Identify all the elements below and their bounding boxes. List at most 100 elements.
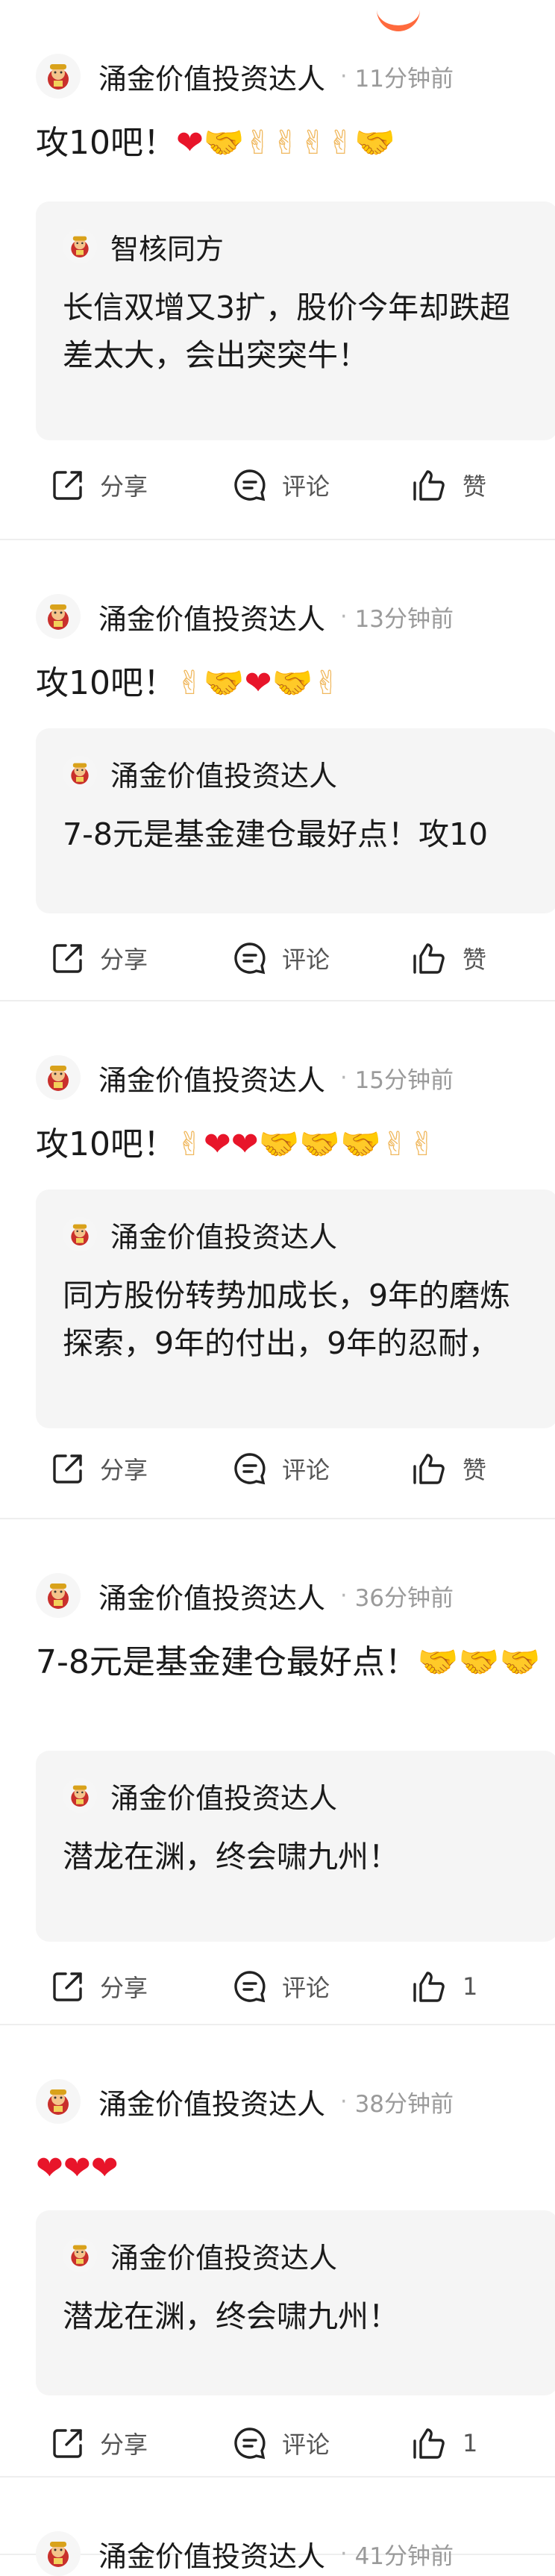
share-button[interactable]: 分享 <box>36 1446 148 1491</box>
handshake-emoji-icon: 🤝 <box>203 664 245 702</box>
victory-emoji-icon: ✌ <box>327 124 355 162</box>
like-label: 赞 <box>462 945 487 974</box>
quoted-avatar <box>63 229 97 263</box>
share-button[interactable]: 分享 <box>36 936 148 981</box>
like-button[interactable]: 赞 <box>397 936 486 981</box>
share-icon <box>51 2426 85 2460</box>
author-row: 涌金价值投资达人 · 38分钟前 <box>36 2079 454 2124</box>
author-name[interactable]: 涌金价值投资达人 <box>98 2081 325 2122</box>
heart-emoji-icon: ❤ <box>36 2149 63 2187</box>
like-button[interactable]: 1 <box>397 2421 477 2466</box>
quoted-text: 7-8元是基金建仓最好点！攻10 <box>63 816 489 852</box>
comment-icon <box>233 1451 267 1486</box>
victory-emoji-icon: ✌ <box>313 664 341 702</box>
comment-text-body: 攻10吧！ <box>36 1125 176 1163</box>
action-bar: 分享 评论 1 <box>36 2421 555 2466</box>
heart-emoji-icon: ❤ <box>176 124 204 162</box>
comment-icon <box>233 468 267 502</box>
post-time: 15分钟前 <box>354 1066 454 1094</box>
separator-dot: · <box>340 2088 348 2115</box>
quoted-comment-card[interactable]: 涌金价值投资达人 潜龙在渊，终会啸九州！ <box>36 2210 555 2395</box>
share-icon <box>51 1451 85 1486</box>
quoted-comment-card[interactable]: 涌金价值投资达人 潜龙在渊，终会啸九州！ <box>36 1751 555 1942</box>
action-bar: 分享 评论 赞 <box>36 936 555 981</box>
separator-dot: · <box>340 1064 348 1091</box>
quoted-comment-card[interactable]: 涌金价值投资达人同方股份转势加成长，9年的磨炼 探索，9年的付出，9年的忍耐， <box>36 1189 555 1428</box>
comment-item: 涌金价值投资达人 · 36分钟前 7-8元是基金建仓最好点！🤝🤝🤝 涌金价值投资达人 潜龙… <box>0 1519 555 2025</box>
like-label: 赞 <box>462 1456 487 1484</box>
comment-text: 攻10吧！✌🤝❤🤝✌ <box>36 660 555 707</box>
like-button[interactable]: 赞 <box>397 463 486 507</box>
share-icon <box>51 468 85 502</box>
victory-emoji-icon: ✌ <box>299 124 327 162</box>
avatar[interactable] <box>36 1055 81 1100</box>
handshake-emoji-icon: 🤝 <box>299 1125 341 1163</box>
action-bar: 分享 评论 赞 <box>36 463 555 507</box>
comment-item: 涌金价值投资达人 · 15分钟前 攻10吧！✌❤❤🤝🤝🤝✌✌ 涌金价值投资达人 同方股份转… <box>0 1001 555 1519</box>
quoted-text: 长信双增又3扩，股价今年却跌超 差太大，会出突突牛！ <box>63 290 511 373</box>
avatar[interactable] <box>36 594 81 639</box>
quoted-comment-card[interactable]: 智核同方长信双增又3扩，股价今年却跌超 差太大，会出突突牛！ <box>36 201 555 440</box>
comment-text-body: 攻10吧！ <box>36 124 176 162</box>
comment-label: 评论 <box>282 2430 330 2459</box>
avatar[interactable] <box>36 2531 81 2576</box>
post-time: 38分钟前 <box>354 2090 454 2118</box>
quoted-author-name[interactable]: 智核同方 <box>110 226 224 267</box>
quoted-author-name[interactable]: 涌金价值投资达人 <box>110 753 337 794</box>
quoted-text: 同方股份转势加成长，9年的磨炼 探索，9年的付出，9年的忍耐， <box>63 1278 511 1361</box>
author-row: 涌金价值投资达人 · 36分钟前 <box>36 1573 454 1618</box>
like-button[interactable]: 1 <box>397 1964 477 2009</box>
victory-emoji-icon: ✌ <box>381 1125 409 1163</box>
like-button[interactable]: 赞 <box>397 1446 486 1491</box>
comment-item: 涌金价值投资达人 · 38分钟前 ❤❤❤ 涌金价值投资达人 潜龙在渊，终会啸九州！ 分享 评论… <box>0 2025 555 2477</box>
handshake-emoji-icon: 🤝 <box>203 124 245 162</box>
comment-text: 攻10吧！❤🤝✌✌✌✌🤝 <box>36 119 555 167</box>
comment-text: ❤❤❤ <box>36 2145 555 2192</box>
victory-emoji-icon: ✌ <box>176 1125 204 1163</box>
like-icon <box>412 468 448 502</box>
heart-emoji-icon: ❤ <box>63 2149 91 2187</box>
post-time: 13分钟前 <box>354 605 454 633</box>
quoted-avatar <box>63 2238 97 2272</box>
author-row: 涌金价值投资达人 · 11分钟前 <box>36 54 454 99</box>
quoted-author-name[interactable]: 涌金价值投资达人 <box>110 1775 337 1816</box>
author-name[interactable]: 涌金价值投资达人 <box>98 1575 325 1616</box>
quoted-author-name[interactable]: 涌金价值投资达人 <box>110 1214 337 1255</box>
share-button[interactable]: 分享 <box>36 463 148 507</box>
comment-button[interactable]: 评论 <box>218 1964 330 2009</box>
comment-text-body: 7-8元是基金建仓最好点！ <box>36 1643 418 1681</box>
author-name[interactable]: 涌金价值投资达人 <box>98 2533 325 2575</box>
share-icon <box>51 1969 85 2004</box>
post-time: 11分钟前 <box>354 65 454 93</box>
author-name[interactable]: 涌金价值投资达人 <box>98 596 325 637</box>
quoted-comment-card[interactable]: 涌金价值投资达人 7-8元是基金建仓最好点！攻10 <box>36 728 555 913</box>
post-time: 41分钟前 <box>354 2542 454 2570</box>
separator-dot: · <box>340 63 348 90</box>
comment-button[interactable]: 评论 <box>218 2421 330 2466</box>
author-name[interactable]: 涌金价值投资达人 <box>98 1057 325 1098</box>
quoted-author-row: 智核同方 <box>63 225 224 267</box>
author-name[interactable]: 涌金价值投资达人 <box>98 56 325 97</box>
quoted-author-name[interactable]: 涌金价值投资达人 <box>110 2235 337 2276</box>
share-button[interactable]: 分享 <box>36 1964 148 2009</box>
share-button[interactable]: 分享 <box>36 2421 148 2466</box>
quoted-author-row: 涌金价值投资达人 <box>63 1213 337 1255</box>
heart-emoji-icon: ❤ <box>231 1125 259 1163</box>
comment-text-body: 攻10吧！ <box>36 664 176 702</box>
share-label: 分享 <box>100 945 148 974</box>
heart-emoji-icon: ❤ <box>244 664 272 702</box>
comment-icon <box>233 941 267 975</box>
comment-button[interactable]: 评论 <box>218 463 330 507</box>
avatar[interactable] <box>36 54 81 99</box>
quoted-avatar <box>63 1778 97 1813</box>
share-label: 分享 <box>100 1974 148 2002</box>
handshake-emoji-icon: 🤝 <box>340 1125 382 1163</box>
victory-emoji-icon: ✌ <box>176 664 204 702</box>
comment-button[interactable]: 评论 <box>218 936 330 981</box>
avatar[interactable] <box>36 1573 81 1618</box>
avatar[interactable] <box>36 2079 81 2124</box>
comment-button[interactable]: 评论 <box>218 1446 330 1491</box>
heart-emoji-icon: ❤ <box>203 1125 231 1163</box>
comment-feed: 涌金价值投资达人 · 11分钟前 攻10吧！❤🤝✌✌✌✌🤝 智核同方 长信双增又3扩，股价… <box>0 0 555 2576</box>
like-icon <box>412 941 448 975</box>
